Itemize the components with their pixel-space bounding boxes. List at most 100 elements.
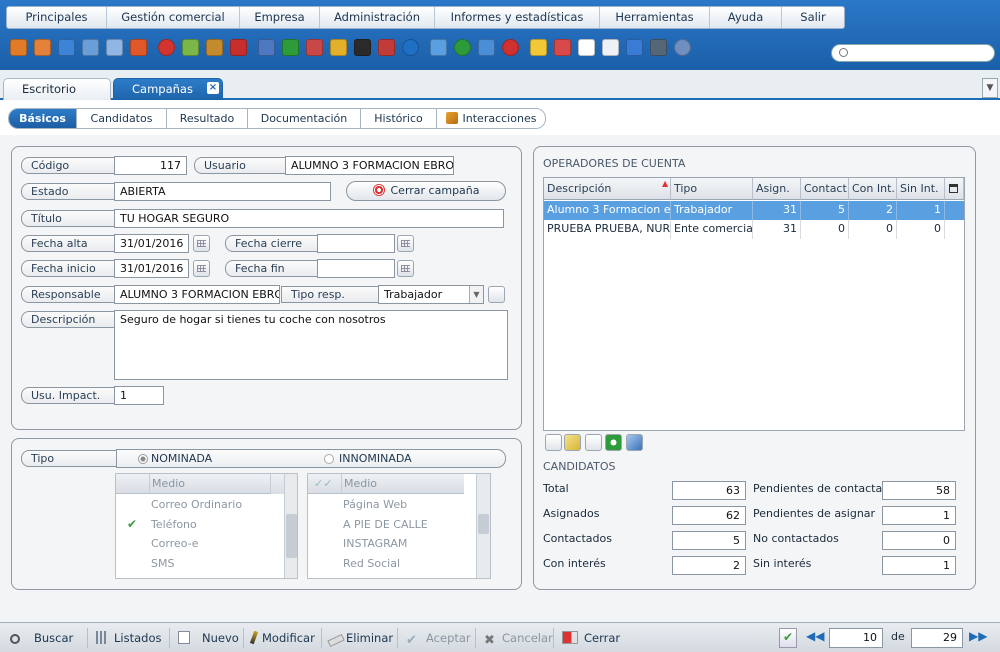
scroll-thumb[interactable] xyxy=(286,514,297,558)
scrollbar[interactable] xyxy=(284,474,297,578)
table-row[interactable]: Alumno 3 Formacion eb Trabajador 31 5 2 1 xyxy=(544,201,964,220)
globe-icon[interactable] xyxy=(354,39,371,56)
calendar-icon[interactable] xyxy=(397,260,414,277)
scroll-thumb[interactable] xyxy=(478,514,489,534)
document-icon[interactable] xyxy=(602,39,619,56)
fecha-inicio-field[interactable]: 31/01/2016 xyxy=(114,259,189,278)
subtab-interacciones[interactable]: Interacciones xyxy=(437,109,545,128)
codigo-field[interactable]: 117 xyxy=(114,156,187,175)
fecha-alta-field[interactable]: 31/01/2016 xyxy=(114,234,189,253)
list-item[interactable]: Página Web xyxy=(343,495,407,514)
table-row[interactable]: PRUEBA PRUEBA, NURIA Ente comercial 31 0 0 0 xyxy=(544,220,964,239)
user-blue-icon[interactable] xyxy=(58,39,75,56)
fecha-cierre-field[interactable] xyxy=(317,234,395,253)
idea-icon[interactable] xyxy=(530,39,547,56)
calendar-icon[interactable] xyxy=(193,260,210,277)
pen-icon[interactable] xyxy=(626,39,643,56)
flame-icon[interactable] xyxy=(130,39,147,56)
list-item[interactable]: A PIE DE CALLE xyxy=(343,515,428,534)
list-item[interactable]: Correo-e xyxy=(151,534,198,553)
target-icon[interactable] xyxy=(158,39,175,56)
eye-icon[interactable] xyxy=(430,39,447,56)
filter-check-icon[interactable]: ✔ xyxy=(779,628,797,648)
subtab-historico[interactable]: Histórico xyxy=(361,109,437,128)
aceptar-button[interactable]: ✔ Aceptar xyxy=(406,628,476,648)
copy-icon[interactable] xyxy=(585,434,602,451)
lookup-icon[interactable] xyxy=(488,286,505,303)
new-document-icon[interactable] xyxy=(545,434,562,451)
list-item[interactable]: Correo Ordinario xyxy=(151,495,242,514)
help-icon[interactable] xyxy=(674,39,691,56)
tab-escritorio[interactable]: Escritorio xyxy=(3,78,111,100)
cerrar-button[interactable]: Cerrar xyxy=(562,628,632,648)
eliminar-button[interactable]: Eliminar xyxy=(327,628,398,648)
user-orange-icon[interactable] xyxy=(34,39,51,56)
box-icon[interactable] xyxy=(10,39,27,56)
subtab-resultado[interactable]: Resultado xyxy=(167,109,248,128)
subtab-documentacion[interactable]: Documentación xyxy=(248,109,361,128)
col-descripcion[interactable]: Descripción xyxy=(544,178,671,200)
listados-button[interactable]: Listados xyxy=(96,628,170,648)
col-contact[interactable]: Contact xyxy=(801,178,849,200)
refresh-icon[interactable] xyxy=(478,39,495,56)
gift-icon[interactable] xyxy=(230,39,247,56)
titulo-field[interactable]: TU HOGAR SEGURO xyxy=(114,209,504,228)
menu-empresa[interactable]: Empresa xyxy=(240,7,320,28)
col-sin-int[interactable]: Sin Int. xyxy=(897,178,945,200)
no-icon[interactable] xyxy=(554,39,571,56)
responsable-field[interactable]: ALUMNO 3 FORMACION EBROK xyxy=(114,285,280,304)
window-icon[interactable] xyxy=(106,39,123,56)
col-asign[interactable]: Asign. xyxy=(753,178,801,200)
menu-administracion[interactable]: Administración xyxy=(320,7,435,28)
euro-icon[interactable] xyxy=(402,39,419,56)
menu-salir[interactable]: Salir xyxy=(782,7,844,28)
last-record-icon[interactable]: ▶▶ xyxy=(969,629,987,643)
usu-impact-field[interactable]: 1 xyxy=(114,386,164,405)
descripcion-textarea[interactable]: Seguro de hogar si tienes tu coche con n… xyxy=(114,310,508,380)
menu-ayuda[interactable]: Ayuda xyxy=(710,7,782,28)
tipo-resp-select[interactable]: Trabajador ▼ xyxy=(378,285,484,304)
menu-principales[interactable]: Principales xyxy=(7,7,107,28)
buscar-button[interactable]: Buscar xyxy=(10,628,88,648)
tab-campanas[interactable]: Campañas × xyxy=(113,78,223,100)
refresh-icon[interactable] xyxy=(605,434,622,451)
menu-herramientas[interactable]: Herramientas xyxy=(600,7,710,28)
building-icon[interactable] xyxy=(282,39,299,56)
menu-informes[interactable]: Informes y estadísticas xyxy=(435,7,600,28)
check-icon[interactable]: ✓✓ xyxy=(314,474,332,494)
fecha-fin-field[interactable] xyxy=(317,259,395,278)
tools-icon[interactable] xyxy=(650,39,667,56)
chevron-down-icon[interactable]: ▼ xyxy=(982,78,998,98)
envelope-icon[interactable] xyxy=(258,39,275,56)
usuario-field[interactable]: ALUMNO 3 FORMACION EBRO xyxy=(285,156,454,175)
search-input[interactable] xyxy=(831,44,995,62)
close-icon[interactable]: × xyxy=(207,82,219,94)
person-icon[interactable] xyxy=(306,39,323,56)
check-icon[interactable]: ✔ xyxy=(127,517,137,531)
estado-field[interactable]: ABIERTA xyxy=(114,182,331,201)
radio-nominada[interactable] xyxy=(138,454,148,464)
nuevo-button[interactable]: Nuevo xyxy=(178,628,244,648)
calendar-icon[interactable] xyxy=(193,235,210,252)
radio-innominada[interactable] xyxy=(324,454,334,464)
scrollbar[interactable] xyxy=(476,474,490,578)
current-record-field[interactable]: 10 xyxy=(829,628,883,648)
first-record-icon[interactable]: ◀◀ xyxy=(806,629,824,643)
list-item[interactable]: INSTAGRAM xyxy=(343,534,407,553)
edit-icon[interactable] xyxy=(564,434,581,451)
subtab-candidatos[interactable]: Candidatos xyxy=(77,109,167,128)
menu-gestion-comercial[interactable]: Gestión comercial xyxy=(107,7,240,28)
cerrar-campana-button[interactable]: Cerrar campaña xyxy=(346,181,506,201)
modificar-button[interactable]: Modificar xyxy=(249,628,322,648)
briefcase-icon[interactable] xyxy=(206,39,223,56)
columns-menu-icon[interactable] xyxy=(945,178,964,200)
calendar-icon[interactable] xyxy=(397,235,414,252)
eraser-icon[interactable] xyxy=(182,39,199,56)
papers-icon[interactable] xyxy=(578,39,595,56)
list-item[interactable]: Teléfono xyxy=(151,515,197,534)
bulb-icon[interactable] xyxy=(330,39,347,56)
subtab-basicos[interactable]: Básicos xyxy=(9,109,77,128)
list-item[interactable]: Red Social xyxy=(343,554,400,573)
list-item[interactable]: SMS xyxy=(151,554,174,573)
list-item[interactable]: Radio xyxy=(343,573,374,578)
